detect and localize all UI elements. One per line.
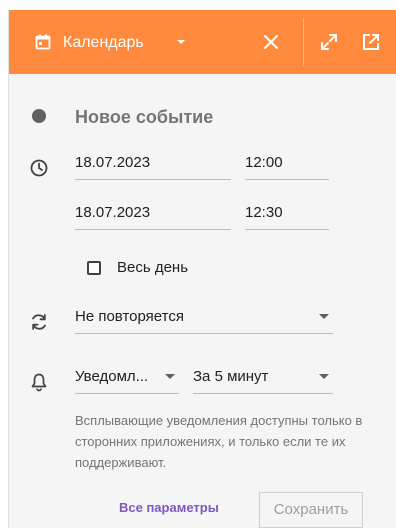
- event-title[interactable]: Новое событие: [75, 106, 213, 128]
- calendar-icon: [35, 34, 51, 50]
- chevron-down-icon[interactable]: [175, 36, 187, 48]
- event-color-dot[interactable]: [32, 109, 46, 123]
- end-date-field[interactable]: 18.07.2023: [75, 200, 231, 230]
- end-time-field[interactable]: 12:30: [245, 200, 329, 230]
- all-day-checkbox[interactable]: [87, 261, 101, 275]
- reminder-time-value: За 5 минут: [193, 368, 269, 385]
- bell-icon: [31, 373, 47, 392]
- start-date-field[interactable]: 18.07.2023: [75, 150, 231, 180]
- all-day-label[interactable]: Весь день: [117, 258, 188, 278]
- calendar-panel: Календарь Новое событие 18.07.2023 12:00…: [8, 10, 396, 528]
- chevron-down-icon: [165, 374, 175, 379]
- reminder-type-select[interactable]: Уведомл...: [75, 364, 179, 394]
- save-button[interactable]: Сохранить: [259, 492, 363, 528]
- repeat-value: Не повторяется: [75, 308, 184, 325]
- panel-header: Календарь: [9, 10, 396, 74]
- reminder-type-value: Уведомл...: [75, 368, 149, 385]
- calendar-selector-label[interactable]: Календарь: [63, 34, 144, 52]
- all-params-link[interactable]: Все параметры: [119, 500, 219, 515]
- start-time-field[interactable]: 12:00: [245, 150, 329, 180]
- repeat-icon: [32, 314, 46, 330]
- open-external-icon[interactable]: [361, 32, 381, 52]
- expand-icon[interactable]: [319, 32, 339, 52]
- clock-icon: [30, 159, 48, 177]
- reminder-time-select[interactable]: За 5 минут: [193, 364, 333, 394]
- repeat-select[interactable]: Не повторяется: [75, 304, 333, 334]
- close-icon[interactable]: [261, 32, 281, 52]
- chevron-down-icon: [319, 314, 329, 319]
- chevron-down-icon: [319, 374, 329, 379]
- reminder-note: Всплывающие уведомления доступны только …: [75, 413, 363, 470]
- header-divider: [303, 18, 304, 66]
